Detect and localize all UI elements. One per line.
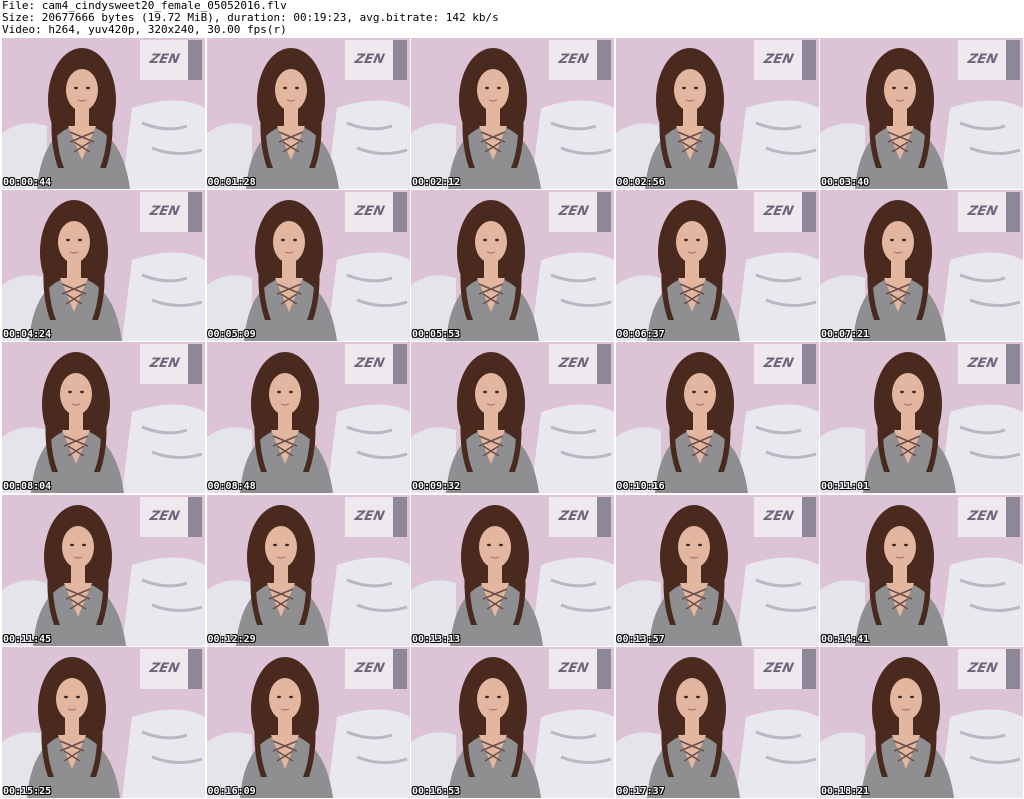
thumbnail-timestamp: 00:18:21 (821, 785, 870, 797)
video-thumbnail[interactable]: ZEN 00:02:12 (411, 38, 614, 189)
thumbnail-timestamp: 00:02:12 (412, 177, 461, 188)
poster-text: ZEN (557, 204, 590, 220)
thumbnail-timestamp: 00:09:32 (412, 481, 461, 493)
video-thumbnail[interactable]: ZEN 00:09:32 (411, 342, 614, 494)
thumbnail-timestamp: 00:16:53 (412, 785, 461, 797)
thumbnail-timestamp: 00:16:09 (207, 785, 256, 797)
video-thumbnail[interactable]: ZEN 00:06:37 (615, 190, 819, 342)
video-thumbnail[interactable]: ZEN 00:13:57 (615, 494, 819, 646)
poster-text: ZEN (761, 204, 795, 220)
thumbnail-timestamp: 00:08:48 (207, 481, 256, 493)
video-thumbnail[interactable]: ZEN 00:17:37 (615, 646, 819, 798)
video-thumbnail[interactable]: ZEN 00:15:25 (2, 646, 205, 798)
video-thumbnail[interactable]: ZEN 00:07:21 (820, 190, 1023, 342)
video-info-line: Video: h264, yuv420p, 320x240, 30.00 fps… (2, 23, 287, 36)
video-thumbnail[interactable]: ZEN 00:05:53 (411, 190, 614, 342)
poster-text: ZEN (761, 660, 795, 676)
thumbnail-timestamp: 00:05:53 (412, 329, 461, 341)
video-thumbnail[interactable]: ZEN 00:16:53 (411, 646, 614, 798)
video-thumbnail[interactable]: ZEN 00:10:16 (615, 342, 819, 494)
poster-text: ZEN (352, 508, 386, 524)
poster-text: ZEN (148, 356, 181, 372)
poster-text: ZEN (761, 508, 795, 524)
thumbnail-timestamp: 00:07:21 (821, 329, 870, 341)
poster-text: ZEN (966, 204, 999, 220)
poster-text: ZEN (148, 204, 181, 220)
thumbnail-timestamp: 00:15:25 (3, 785, 52, 797)
thumbnail-timestamp: 00:00:44 (3, 177, 52, 188)
thumbnail-timestamp: 00:04:24 (3, 329, 52, 341)
thumbnail-grid: ZEN 00:00:44 ZEN 00:01:28 ZEN 00:02:12 ZEN 00:0… (2, 38, 1023, 798)
poster-text: ZEN (966, 508, 999, 524)
video-thumbnail[interactable]: ZEN 00:04:24 (2, 190, 205, 342)
poster-text: ZEN (352, 204, 386, 220)
thumbnail-timestamp: 00:14:41 (821, 633, 870, 645)
video-thumbnail[interactable]: ZEN 00:18:21 (820, 646, 1023, 798)
thumbnail-timestamp: 00:10:16 (616, 481, 665, 493)
video-thumbnail[interactable]: ZEN 00:13:13 (411, 494, 614, 646)
thumbnail-timestamp: 00:02:56 (616, 177, 665, 188)
thumbnail-timestamp: 00:12:29 (207, 633, 256, 645)
video-thumbnail[interactable]: ZEN 00:02:56 (615, 38, 819, 189)
poster-text: ZEN (148, 52, 181, 67)
poster-text: ZEN (148, 508, 181, 524)
video-thumbnail[interactable]: ZEN 00:01:28 (206, 38, 410, 189)
thumbnail-timestamp: 00:13:57 (616, 633, 665, 645)
file-info-header: File: cam4_cindysweet20_female_05052016.… (2, 0, 1022, 38)
poster-text: ZEN (966, 356, 999, 372)
thumbnail-timestamp: 00:11:01 (821, 481, 870, 493)
poster-text: ZEN (966, 660, 999, 676)
video-thumbnail[interactable]: ZEN 00:08:04 (2, 342, 205, 494)
video-thumbnail[interactable]: ZEN 00:12:29 (206, 494, 410, 646)
thumbnail-timestamp: 00:01:28 (207, 177, 256, 188)
video-thumbnail[interactable]: ZEN 00:03:40 (820, 38, 1023, 189)
thumbnail-timestamp: 00:13:13 (412, 633, 461, 645)
thumbnail-timestamp: 00:03:40 (821, 177, 870, 188)
video-thumbnail[interactable]: ZEN 00:08:48 (206, 342, 410, 494)
video-thumbnail[interactable]: ZEN 00:11:01 (820, 342, 1023, 494)
thumbnail-timestamp: 00:08:04 (3, 481, 52, 493)
thumbnail-timestamp: 00:11:45 (3, 633, 52, 645)
poster-text: ZEN (557, 660, 590, 676)
video-thumbnail[interactable]: ZEN 00:05:09 (206, 190, 410, 342)
poster-text: ZEN (966, 52, 999, 67)
thumbnail-timestamp: 00:17:37 (616, 785, 665, 797)
video-thumbnail[interactable]: ZEN 00:14:41 (820, 494, 1023, 646)
poster-text: ZEN (352, 356, 386, 372)
poster-text: ZEN (761, 356, 795, 372)
video-thumbnail[interactable]: ZEN 00:11:45 (2, 494, 205, 646)
poster-text: ZEN (557, 52, 590, 67)
video-thumbnail[interactable]: ZEN 00:00:44 (2, 38, 205, 189)
poster-text: ZEN (761, 52, 795, 67)
poster-text: ZEN (352, 660, 386, 676)
thumbnail-timestamp: 00:06:37 (616, 329, 665, 341)
poster-text: ZEN (352, 52, 386, 67)
poster-text: ZEN (557, 356, 590, 372)
video-thumbnail[interactable]: ZEN 00:16:09 (206, 646, 410, 798)
thumbnail-timestamp: 00:05:09 (207, 329, 256, 341)
poster-text: ZEN (557, 508, 590, 524)
poster-text: ZEN (148, 660, 181, 676)
